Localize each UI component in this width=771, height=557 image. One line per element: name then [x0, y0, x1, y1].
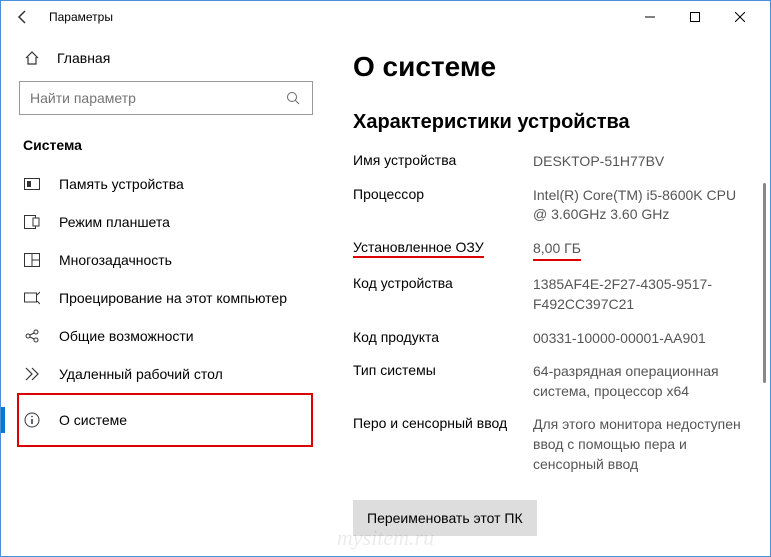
spec-value: 64-разрядная операционная система, проце… — [533, 362, 752, 401]
spec-value: 8,00 ГБ — [533, 239, 752, 262]
spec-label: Процессор — [353, 186, 533, 225]
spec-system-type: Тип системы 64-разрядная операционная си… — [353, 362, 752, 401]
sidebar-item-label: О системе — [59, 412, 127, 428]
highlight-annotation: О системе — [17, 393, 313, 447]
page-title: О системе — [353, 51, 752, 83]
search-icon — [284, 89, 302, 107]
spec-ram: Установленное ОЗУ 8,00 ГБ — [353, 239, 752, 262]
search-field[interactable] — [30, 90, 284, 106]
spec-label: Код устройства — [353, 275, 533, 314]
projecting-icon — [23, 289, 41, 307]
content-area: О системе Характеристики устройства Имя … — [331, 33, 770, 556]
sidebar-item-tablet[interactable]: Режим планшета — [19, 203, 313, 241]
spec-label: Имя устройства — [353, 152, 533, 172]
sidebar: Главная Система Память устройства Режим … — [1, 33, 331, 556]
scrollbar[interactable] — [763, 183, 766, 383]
spec-label: Перо и сенсорный ввод — [353, 415, 533, 474]
storage-icon — [23, 175, 41, 193]
rename-pc-button[interactable]: Переименовать этот ПК — [353, 500, 537, 536]
home-label: Главная — [57, 50, 110, 66]
spec-value: Для этого монитора недоступен ввод с пом… — [533, 415, 752, 474]
sidebar-item-label: Проецирование на этот компьютер — [59, 290, 287, 306]
sidebar-item-about[interactable]: О системе — [19, 401, 287, 439]
sidebar-item-multitask[interactable]: Многозадачность — [19, 241, 313, 279]
maximize-button[interactable] — [672, 2, 717, 32]
spec-device-name: Имя устройства DESKTOP-51H77BV — [353, 152, 752, 172]
sidebar-item-projecting[interactable]: Проецирование на этот компьютер — [19, 279, 313, 317]
back-button[interactable] — [9, 3, 37, 31]
sidebar-item-label: Общие возможности — [59, 328, 194, 344]
info-icon — [23, 411, 41, 429]
spec-value: Intel(R) Core(TM) i5-8600K CPU @ 3.60GHz… — [533, 186, 752, 225]
shared-icon — [23, 327, 41, 345]
sidebar-item-shared[interactable]: Общие возможности — [19, 317, 313, 355]
spec-label: Установленное ОЗУ — [353, 239, 533, 262]
section-heading: Система — [19, 137, 313, 153]
spec-processor: Процессор Intel(R) Core(TM) i5-8600K CPU… — [353, 186, 752, 225]
home-link[interactable]: Главная — [19, 41, 313, 81]
spec-label: Код продукта — [353, 329, 533, 349]
home-icon — [23, 49, 41, 67]
sidebar-item-label: Режим планшета — [59, 214, 170, 230]
spec-value: DESKTOP-51H77BV — [533, 152, 752, 172]
spec-device-id: Код устройства 1385AF4E-2F27-4305-9517-F… — [353, 275, 752, 314]
close-button[interactable] — [717, 2, 762, 32]
multitask-icon — [23, 251, 41, 269]
sidebar-item-remote[interactable]: Удаленный рабочий стол — [19, 355, 313, 393]
spec-pen-touch: Перо и сенсорный ввод Для этого монитора… — [353, 415, 752, 474]
spec-value: 00331-10000-00001-AA901 — [533, 329, 752, 349]
remote-icon — [23, 365, 41, 383]
sidebar-item-label: Память устройства — [59, 176, 184, 192]
search-input[interactable] — [19, 81, 313, 115]
spec-value: 1385AF4E-2F27-4305-9517-F492CC397C21 — [533, 275, 752, 314]
tablet-icon — [23, 213, 41, 231]
sidebar-item-storage[interactable]: Память устройства — [19, 165, 313, 203]
section-title: Характеристики устройства — [353, 111, 752, 134]
spec-label: Тип системы — [353, 362, 533, 401]
spec-product-id: Код продукта 00331-10000-00001-AA901 — [353, 329, 752, 349]
window-title: Параметры — [49, 10, 113, 24]
sidebar-item-label: Многозадачность — [59, 252, 172, 268]
titlebar: Параметры — [1, 1, 770, 33]
minimize-button[interactable] — [627, 2, 672, 32]
sidebar-item-label: Удаленный рабочий стол — [59, 366, 223, 382]
